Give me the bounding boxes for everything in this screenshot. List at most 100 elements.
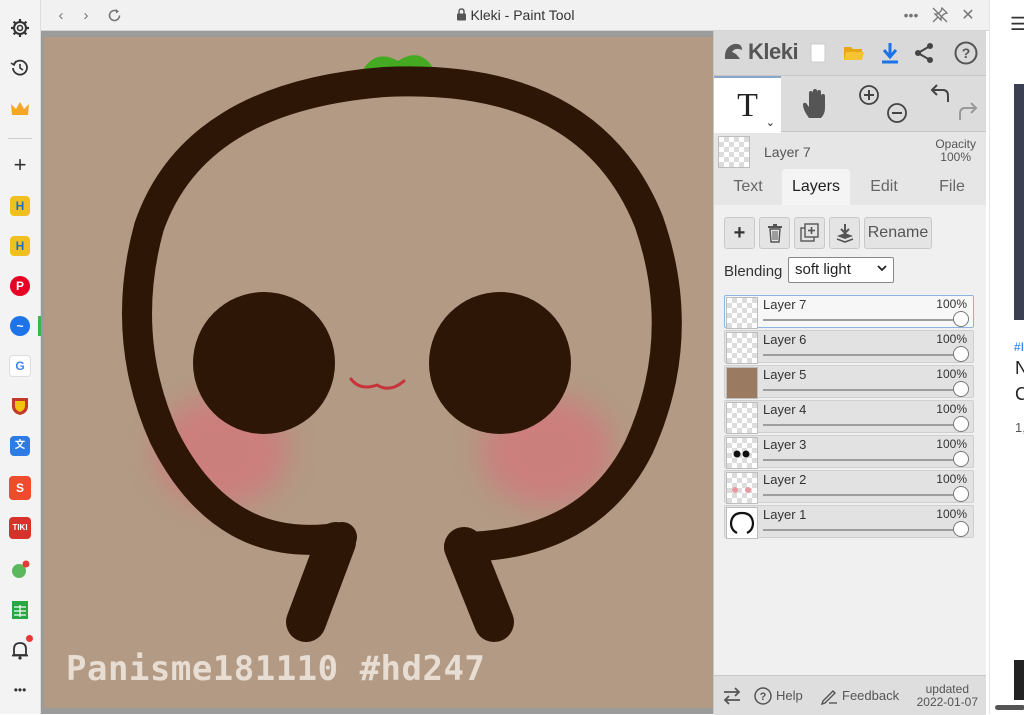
- layer-opacity-slider[interactable]: [953, 416, 969, 432]
- layer-thumbnail: [726, 332, 758, 364]
- more-options-icon[interactable]: •••: [901, 5, 921, 25]
- svg-text:?: ?: [962, 45, 971, 61]
- layer-opacity-slider[interactable]: [953, 451, 969, 467]
- layer-row[interactable]: Layer 3 100%: [724, 435, 974, 469]
- page-heading-n: N: [1015, 358, 1024, 378]
- history-icon[interactable]: [8, 56, 32, 80]
- layer-opacity: 100%: [936, 367, 967, 381]
- translate-icon[interactable]: 文: [8, 434, 32, 458]
- app-h2-icon[interactable]: H: [8, 234, 32, 258]
- zoom-out-icon[interactable]: [886, 102, 908, 129]
- sheets-icon[interactable]: [8, 598, 32, 622]
- settings-icon[interactable]: [8, 16, 32, 40]
- more-icon[interactable]: •••: [8, 678, 32, 702]
- page-count: 1,: [1015, 420, 1024, 435]
- add-icon[interactable]: +: [8, 153, 32, 177]
- layer-row[interactable]: Layer 5 100%: [724, 365, 974, 399]
- layer-name: Layer 4: [763, 402, 807, 417]
- shield-app-icon[interactable]: [8, 394, 32, 418]
- new-image-icon[interactable]: [806, 41, 830, 65]
- layers-panel: + Rename Blending soft light Layer 7 100…: [714, 205, 986, 675]
- layer-opacity-track[interactable]: [763, 494, 959, 496]
- canvas-area[interactable]: Panisme181110 #hd247: [41, 31, 713, 714]
- swap-side-icon[interactable]: [722, 676, 742, 715]
- layer-opacity-track[interactable]: [763, 459, 959, 461]
- active-layer-info: Layer 7 Opacity 100%: [714, 132, 986, 170]
- mouth: [349, 377, 406, 390]
- close-icon[interactable]: ✕: [958, 5, 978, 25]
- layer-opacity-track[interactable]: [763, 389, 959, 391]
- app-h1-icon[interactable]: H: [8, 194, 32, 218]
- layer-opacity: 100%: [936, 507, 967, 521]
- unpin-icon[interactable]: [930, 5, 950, 25]
- plus-icon: +: [733, 221, 746, 244]
- messenger-icon[interactable]: ~: [8, 314, 32, 338]
- zoom-buttons: [854, 76, 914, 131]
- tab-file[interactable]: File: [918, 169, 986, 205]
- drawing-canvas[interactable]: Panisme181110 #hd247: [44, 37, 713, 708]
- layer-name: Layer 6: [763, 332, 807, 347]
- layer-row[interactable]: Layer 6 100%: [724, 330, 974, 364]
- left-leg: [286, 522, 356, 642]
- share-icon[interactable]: [912, 41, 936, 65]
- layer-opacity-slider[interactable]: [953, 346, 969, 362]
- feedback-button[interactable]: Feedback: [820, 676, 899, 715]
- layer-thumbnail: [726, 437, 758, 469]
- crown-icon[interactable]: [8, 97, 32, 121]
- scrollbar[interactable]: [995, 705, 1024, 710]
- blending-select[interactable]: soft light: [788, 257, 894, 283]
- layer-row[interactable]: Layer 4 100%: [724, 400, 974, 434]
- download-icon[interactable]: [878, 41, 902, 65]
- google-icon[interactable]: G: [8, 354, 32, 378]
- tab-text[interactable]: Text: [714, 169, 782, 205]
- redo-icon[interactable]: [956, 100, 980, 127]
- help-circle-icon[interactable]: ?: [954, 41, 978, 65]
- shopee-icon[interactable]: S: [8, 476, 32, 500]
- layer-name: Layer 2: [763, 472, 807, 487]
- undo-icon[interactable]: [928, 82, 952, 109]
- layer-opacity-track[interactable]: [763, 529, 959, 531]
- delete-layer-button[interactable]: [759, 217, 790, 249]
- help-button[interactable]: ? Help: [754, 676, 803, 715]
- chevron-down-icon[interactable]: ⌄: [766, 116, 775, 129]
- layer-opacity-slider[interactable]: [953, 311, 969, 327]
- open-folder-icon[interactable]: [842, 41, 866, 65]
- pinterest-icon[interactable]: P: [8, 274, 32, 298]
- layer-row[interactable]: Layer 1 100%: [724, 505, 974, 539]
- active-layer-name: Layer 7: [764, 144, 811, 160]
- layer-row[interactable]: Layer 7 100%: [724, 295, 974, 329]
- feedback-icon: [820, 689, 837, 705]
- layer-opacity: 100%: [936, 297, 967, 311]
- layer-opacity-slider[interactable]: [953, 381, 969, 397]
- layer-thumbnail: [726, 367, 758, 399]
- chat-app-icon[interactable]: [8, 558, 32, 582]
- left-eye: [193, 292, 335, 434]
- layer-opacity-track[interactable]: [763, 354, 959, 356]
- layer-name: Layer 3: [763, 437, 807, 452]
- text-tool-button[interactable]: T ⌄: [714, 76, 781, 133]
- window-titlebar: ‹ › Kleki - Paint Tool ••• ✕: [41, 0, 989, 31]
- zoom-in-icon[interactable]: [858, 84, 880, 111]
- tab-layers[interactable]: Layers: [782, 169, 850, 205]
- duplicate-layer-button[interactable]: [794, 217, 825, 249]
- tab-edit[interactable]: Edit: [850, 169, 918, 205]
- add-layer-button[interactable]: +: [724, 217, 755, 249]
- layer-opacity: 100%: [936, 332, 967, 346]
- menu-icon[interactable]: ☰: [1010, 14, 1024, 35]
- layer-row[interactable]: Layer 2 100%: [724, 470, 974, 504]
- tiki-icon[interactable]: TIKI: [8, 516, 32, 540]
- merge-layer-button[interactable]: [829, 217, 860, 249]
- layer-opacity-slider[interactable]: [953, 486, 969, 502]
- layer-opacity-track[interactable]: [763, 424, 959, 426]
- help-icon: ?: [754, 686, 772, 705]
- blending-value: soft light: [795, 261, 851, 278]
- layer-opacity-track[interactable]: [763, 319, 959, 321]
- page-hashtag: #I: [1014, 340, 1024, 354]
- active-layer-opacity: Opacity 100%: [935, 138, 976, 164]
- layer-opacity-slider[interactable]: [953, 521, 969, 537]
- hand-tool-button[interactable]: [781, 76, 849, 131]
- page-image-2: [1014, 660, 1024, 700]
- rename-layer-button[interactable]: Rename: [864, 217, 932, 249]
- feedback-label: Feedback: [842, 688, 900, 703]
- kleki-logo-text: Kleki: [748, 39, 799, 64]
